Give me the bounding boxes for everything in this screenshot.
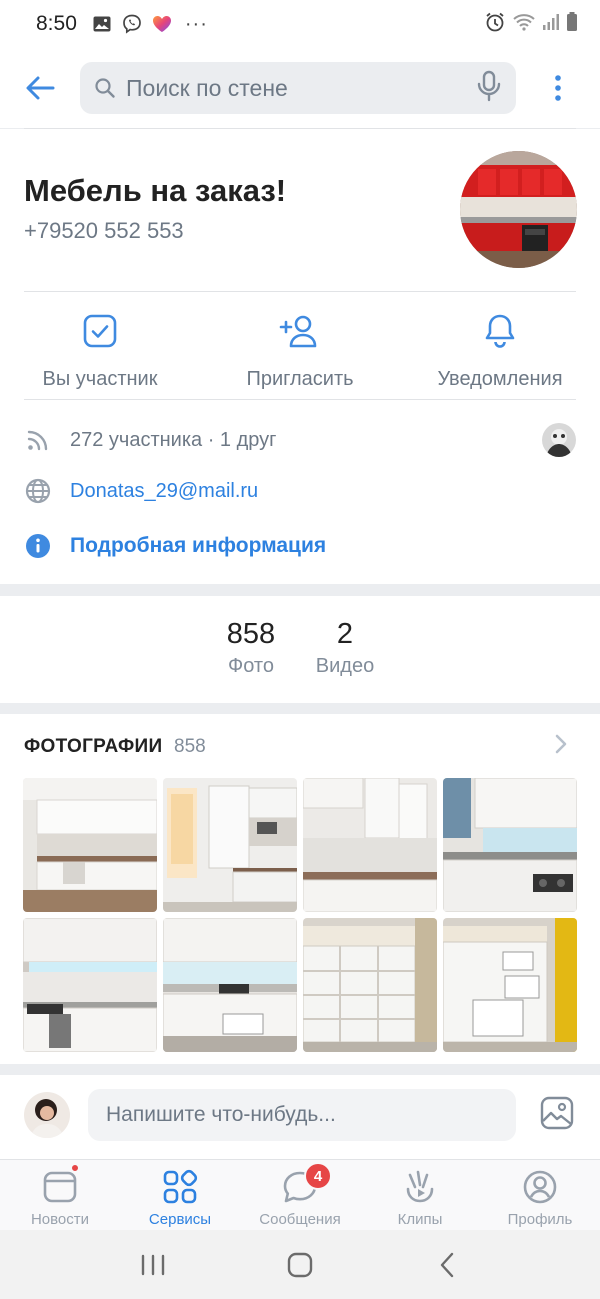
rss-icon [24, 428, 52, 452]
tab-clips-label: Клипы [397, 1211, 443, 1228]
photo-thumbnail[interactable] [23, 918, 157, 1052]
status-bar: 8:50 ··· [0, 0, 600, 48]
globe-icon [24, 478, 52, 504]
system-back-button[interactable] [417, 1235, 477, 1295]
group-title: Мебель на заказ! [24, 173, 287, 208]
more-notifications-indicator: ··· [184, 12, 208, 35]
photo-thumbnail[interactable] [23, 778, 157, 912]
heart-app-icon [151, 13, 173, 35]
add-person-icon [279, 315, 317, 348]
microphone-icon [477, 70, 501, 101]
post-input-placeholder: Напишите что-нибудь... [106, 1103, 336, 1126]
members-row[interactable]: 272 участника · 1 друг [24, 420, 576, 460]
microphone-button[interactable] [476, 70, 502, 107]
attach-photo-button[interactable] [539, 1095, 575, 1136]
photo-grid [23, 778, 577, 1052]
messages-badge: 4 [304, 1162, 332, 1190]
friend-avatar[interactable] [542, 423, 576, 457]
status-time: 8:50 [36, 12, 77, 35]
more-button[interactable] [516, 48, 600, 128]
check-square-icon [83, 314, 117, 348]
bell-icon [485, 314, 515, 348]
details-row[interactable]: Подробная информация [24, 526, 576, 566]
recents-icon [142, 1254, 165, 1275]
recent-apps-button[interactable] [123, 1235, 183, 1295]
search-placeholder: Поиск по стене [126, 74, 288, 101]
notifications-button[interactable]: Уведомления [400, 292, 600, 399]
news-icon [43, 1171, 77, 1203]
email-link[interactable]: Donatas_29@mail.ru [70, 480, 258, 503]
group-avatar[interactable] [460, 151, 577, 268]
post-composer: Напишите что-нибудь... [0, 1075, 600, 1159]
photo-thumbnail[interactable] [163, 778, 297, 912]
home-icon [287, 1252, 313, 1277]
group-phone: +79520 552 553 [24, 218, 184, 243]
photo-thumbnail[interactable] [443, 778, 577, 912]
wifi-icon [512, 12, 536, 37]
tab-news[interactable]: Новости [0, 1160, 120, 1230]
top-bar: Поиск по стене [0, 48, 600, 128]
bottom-tab-bar: Новости Сервисы 4 Сообщения Клипы Профил… [0, 1159, 600, 1230]
search-input[interactable]: Поиск по стене [80, 62, 516, 114]
search-icon [95, 78, 115, 98]
photos-count: 858 [226, 618, 276, 650]
photo-thumbnail[interactable] [303, 918, 437, 1052]
arrow-left-icon [26, 76, 55, 100]
photo-thumbnail[interactable] [163, 918, 297, 1052]
invite-label: Пригласить [246, 368, 354, 390]
signal-icon [542, 13, 560, 36]
tab-profile-label: Профиль [507, 1211, 573, 1228]
tab-services-label: Сервисы [148, 1211, 212, 1228]
members-text: 272 участника · 1 друг [70, 428, 277, 451]
gallery-icon [91, 13, 113, 35]
group-profile-card: Мебель на заказ! +79520 552 553 Вы участ… [0, 129, 600, 584]
info-icon [24, 533, 52, 559]
image-icon [540, 1096, 574, 1130]
photos-caption: Фото [228, 655, 274, 677]
details-link[interactable]: Подробная информация [70, 534, 326, 558]
member-label: Вы участник [42, 368, 158, 390]
member-button[interactable]: Вы участник [0, 292, 200, 399]
user-avatar[interactable] [24, 1092, 70, 1138]
photos-section-title[interactable]: ФОТОГРАФИИ [24, 736, 162, 758]
tab-services[interactable]: Сервисы [120, 1160, 240, 1230]
media-counters: 858 Фото 2 Видео [0, 596, 600, 703]
more-vertical-icon [555, 75, 561, 101]
viber-icon [121, 13, 143, 35]
back-button[interactable] [0, 48, 80, 128]
battery-icon [566, 11, 578, 37]
tab-messages[interactable]: 4 Сообщения [240, 1160, 360, 1230]
back-chevron-icon [440, 1252, 453, 1277]
tab-clips[interactable]: Клипы [360, 1160, 480, 1230]
group-actions: Вы участник Пригласить Уведомления [0, 292, 600, 399]
tab-messages-label: Сообщения [259, 1211, 341, 1228]
photo-thumbnail[interactable] [443, 918, 577, 1052]
photos-counter[interactable]: 858 Фото [216, 618, 286, 678]
profile-icon [523, 1170, 557, 1204]
system-navigation-bar [0, 1230, 600, 1299]
alarm-icon [484, 11, 506, 38]
videos-counter[interactable]: 2 Видео [306, 618, 384, 678]
post-input[interactable]: Напишите что-нибудь... [88, 1089, 516, 1141]
chevron-right-icon[interactable] [555, 734, 567, 759]
videos-caption: Видео [315, 655, 375, 677]
home-button[interactable] [270, 1235, 330, 1295]
news-unread-dot [70, 1163, 80, 1173]
videos-count: 2 [336, 618, 354, 650]
photos-section: ФОТОГРАФИИ 858 [0, 714, 600, 1064]
tab-profile[interactable]: Профиль [480, 1160, 600, 1230]
services-icon [163, 1169, 198, 1204]
clips-icon [406, 1170, 434, 1203]
photo-thumbnail[interactable] [303, 778, 437, 912]
notifications-label: Уведомления [437, 368, 563, 390]
photos-section-count: 858 [174, 736, 206, 757]
email-row[interactable]: Donatas_29@mail.ru [24, 471, 576, 511]
tab-news-label: Новости [30, 1211, 90, 1228]
invite-button[interactable]: Пригласить [200, 292, 400, 399]
divider [24, 399, 576, 400]
